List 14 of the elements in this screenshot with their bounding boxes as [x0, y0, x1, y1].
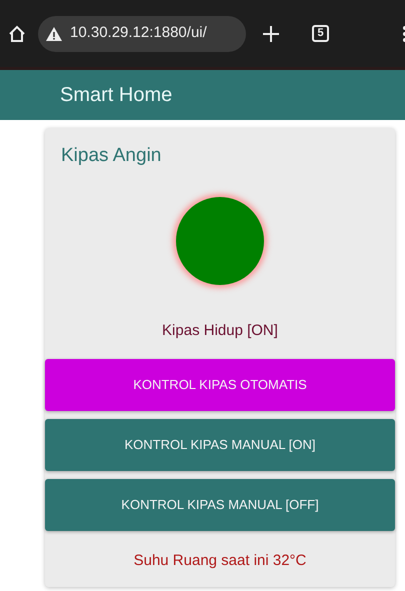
menu-icon[interactable] [401, 24, 405, 42]
temperature-reading: Suhu Ruang saat ini 32°C [134, 552, 306, 568]
control-button[interactable]: KONTROL KIPAS MANUAL [OFF] [45, 478, 395, 530]
tab-count[interactable]: 5 [312, 25, 329, 42]
home-icon[interactable] [8, 24, 26, 42]
control-button[interactable]: KONTROL KIPAS OTOMATIS [45, 358, 395, 410]
address-bar[interactable]: 10.30.29.12:1880/ui/ [38, 16, 246, 52]
warning-icon [46, 26, 62, 40]
url-text: 10.30.29.12:1880/ui/ [70, 23, 207, 44]
app-title: Smart Home [60, 83, 172, 108]
card-title: Kipas Angin [60, 144, 162, 168]
control-button[interactable]: KONTROL KIPAS MANUAL [ON] [45, 418, 395, 470]
plus-icon[interactable] [262, 24, 280, 42]
fan-status: Kipas Hidup [ON] [162, 322, 278, 338]
